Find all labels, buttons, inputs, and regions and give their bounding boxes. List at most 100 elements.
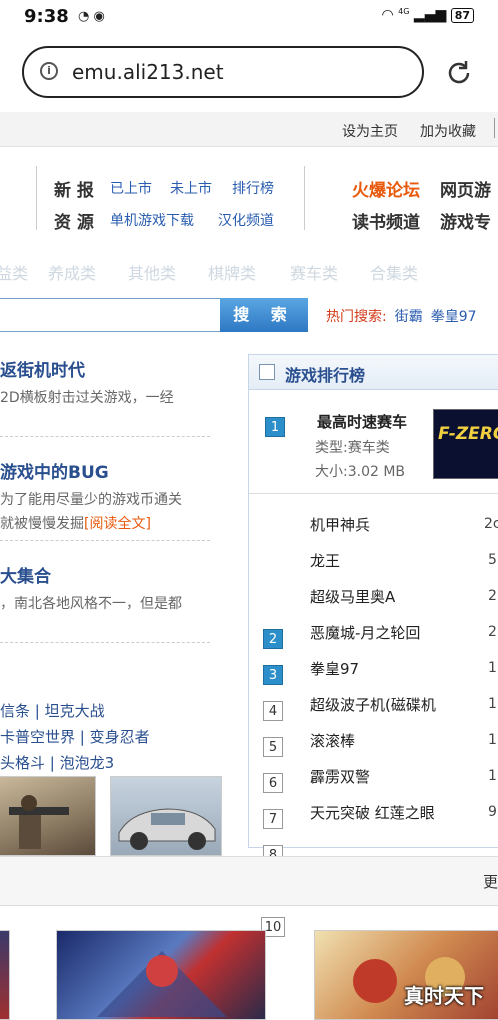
rank-item-name[interactable]: 拳皇97 <box>310 658 359 679</box>
nav-link-webgames[interactable]: 网页游 <box>440 176 491 201</box>
nav-link-released[interactable]: 已上市 <box>110 178 152 198</box>
article-text: 2D横板射击过关游戏，一经 <box>0 390 174 406</box>
rank-item-name[interactable]: 超级马里奥A <box>310 586 395 607</box>
article-body: ，南北各地风格不一，但是都 <box>0 592 182 616</box>
info-icon[interactable]: i <box>40 62 58 80</box>
top-links-bar: 设为主页 加为收藏 <box>0 112 498 147</box>
network-label: 4G <box>398 7 410 16</box>
rank-top-name[interactable]: 最高时速赛车 <box>317 411 407 432</box>
rank-number: 4 <box>263 701 283 721</box>
thumb-logo: F-ZERO <box>438 424 498 444</box>
divider <box>494 118 495 138</box>
article-title[interactable]: 返街机时代 <box>0 356 85 381</box>
game-links-line[interactable]: 信条 | 坦克大战 <box>0 700 105 721</box>
nav-link-ranking[interactable]: 排行榜 <box>232 178 274 198</box>
game-thumbnail[interactable] <box>56 930 266 1020</box>
rank-number: 7 <box>263 809 283 829</box>
rank-item-count: 1 <box>488 660 497 676</box>
rank-top-size: 大小:3.02 MB <box>315 464 406 480</box>
rank-item-count: 2c <box>484 516 498 532</box>
hot-search: 热门搜索: 街霸 拳皇97 <box>326 306 477 326</box>
category-item[interactable]: 其他类 <box>128 260 176 284</box>
article-title[interactable]: 大集合 <box>0 562 51 587</box>
article-body: 为了能用尽量少的游戏币通关 就被慢慢发掘[阅读全文] <box>0 488 182 536</box>
divider <box>0 642 210 643</box>
rank-top-type: 类型:赛车类 <box>315 440 390 456</box>
nav-link-specials[interactable]: 游戏专 <box>440 208 491 233</box>
watermark: 真时天下 <box>404 984 484 1008</box>
signal-icon: ▂▄▆ <box>413 7 447 23</box>
hot-keyword[interactable]: 街霸 <box>395 309 423 325</box>
article-text: 就被慢慢发掘 <box>0 516 84 532</box>
category-item[interactable]: 养成类 <box>48 260 96 284</box>
game-thumbnail[interactable]: F-ZERO <box>433 409 498 479</box>
article-text: ，南北各地风格不一，但是都 <box>0 596 182 612</box>
rank-item-name[interactable]: 机甲神兵 <box>310 514 370 535</box>
set-homepage-link[interactable]: 设为主页 <box>342 121 398 141</box>
url-text[interactable]: emu.ali213.net <box>72 60 224 84</box>
more-link[interactable]: 更 <box>483 871 498 892</box>
nav-head-news: 新 报 <box>54 181 94 201</box>
article-text: 为了能用尽量少的游戏币通关 <box>0 492 182 508</box>
divider <box>0 436 210 437</box>
car-icon <box>118 808 216 850</box>
nav-link-reading[interactable]: 读书频道 <box>352 208 420 233</box>
jet-icon <box>97 951 227 1017</box>
search-input[interactable] <box>0 298 220 332</box>
game-links-line[interactable]: 头格斗 | 泡泡龙3 <box>0 752 114 773</box>
rank-item-count: 9 <box>488 804 497 820</box>
rank-number: 2 <box>263 629 283 649</box>
rank-item-count: 2 <box>488 624 497 640</box>
rank-item-name[interactable]: 霹雳双警 <box>310 766 370 787</box>
rank-item-name[interactable]: 天元突破 红莲之眼 <box>310 802 435 823</box>
status-icons: ◠ 4G ▂▄▆ 87 <box>381 7 474 23</box>
address-bar[interactable]: i emu.ali213.net <box>22 46 424 98</box>
nav-head-resources: 资 源 <box>54 213 94 233</box>
rank-item-count: 1 <box>488 732 497 748</box>
list-icon <box>259 364 275 380</box>
rank-item-name[interactable]: 滚滚棒 <box>310 730 355 751</box>
wifi-icon: ◠ <box>381 7 394 23</box>
read-more-link[interactable]: [阅读全文] <box>84 516 151 532</box>
soldier-icon <box>9 795 69 849</box>
nav-link-forum[interactable]: 火爆论坛 <box>352 176 420 201</box>
add-favorite-link[interactable]: 加为收藏 <box>420 121 476 141</box>
rank-item-count: 1 <box>488 696 497 712</box>
battery-level: 87 <box>454 9 470 22</box>
nav-link-upcoming[interactable]: 未上市 <box>170 178 212 198</box>
divider <box>304 166 305 230</box>
game-thumbnail[interactable] <box>0 776 96 856</box>
article-title[interactable]: 游戏中的BUG <box>0 458 109 483</box>
rank-item-name[interactable]: 超级波子机(磁碟机 <box>310 694 436 715</box>
game-thumbnail[interactable] <box>0 930 10 1020</box>
rank-item-count: 1 <box>488 768 497 784</box>
rank-item-count: 2 <box>488 588 497 604</box>
rank-item-count: 5 <box>488 552 497 568</box>
hot-search-label: 热门搜索: <box>326 309 387 325</box>
category-item[interactable]: 益类 <box>0 260 28 284</box>
category-item[interactable]: 棋牌类 <box>208 260 256 284</box>
category-item[interactable]: 合集类 <box>370 260 418 284</box>
battery-icon: 87 <box>450 8 474 23</box>
rank-item-name[interactable]: 龙王 <box>310 550 340 571</box>
game-links-line[interactable]: 卡普空世界 | 变身忍者 <box>0 726 150 747</box>
article-text: 就被慢慢发掘[阅读全文] <box>0 512 182 536</box>
nav-link-downloads[interactable]: 单机游戏下载 <box>110 210 194 230</box>
category-item[interactable]: 赛车类 <box>290 260 338 284</box>
search-button[interactable]: 搜 索 <box>220 298 308 332</box>
rank-number: 1 <box>265 417 285 437</box>
article-body: 2D横板射击过关游戏，一经 <box>0 386 174 410</box>
game-thumbnail[interactable] <box>110 776 222 856</box>
section-bar: 更 <box>0 856 498 906</box>
search-row: 搜 索 热门搜索: 街霸 拳皇97 <box>0 298 498 334</box>
rank-item-name[interactable]: 恶魔城-月之轮回 <box>310 622 420 643</box>
reload-icon[interactable] <box>444 58 474 88</box>
divider <box>249 493 498 494</box>
nav-link-translation[interactable]: 汉化频道 <box>218 210 274 230</box>
hot-keyword[interactable]: 拳皇97 <box>431 309 477 325</box>
category-row: 益类 养成类 其他类 棋牌类 赛车类 合集类 <box>0 252 498 288</box>
web-page: 设为主页 加为收藏 新 报 已上市 未上市 排行榜 资 源 单机游戏下载 汉化频… <box>0 112 498 1020</box>
divider <box>36 166 37 230</box>
ranking-header: 游戏排行榜 <box>249 355 498 390</box>
status-bar: 9:38 ◔ ◉ ◠ 4G ▂▄▆ 87 <box>0 0 498 34</box>
